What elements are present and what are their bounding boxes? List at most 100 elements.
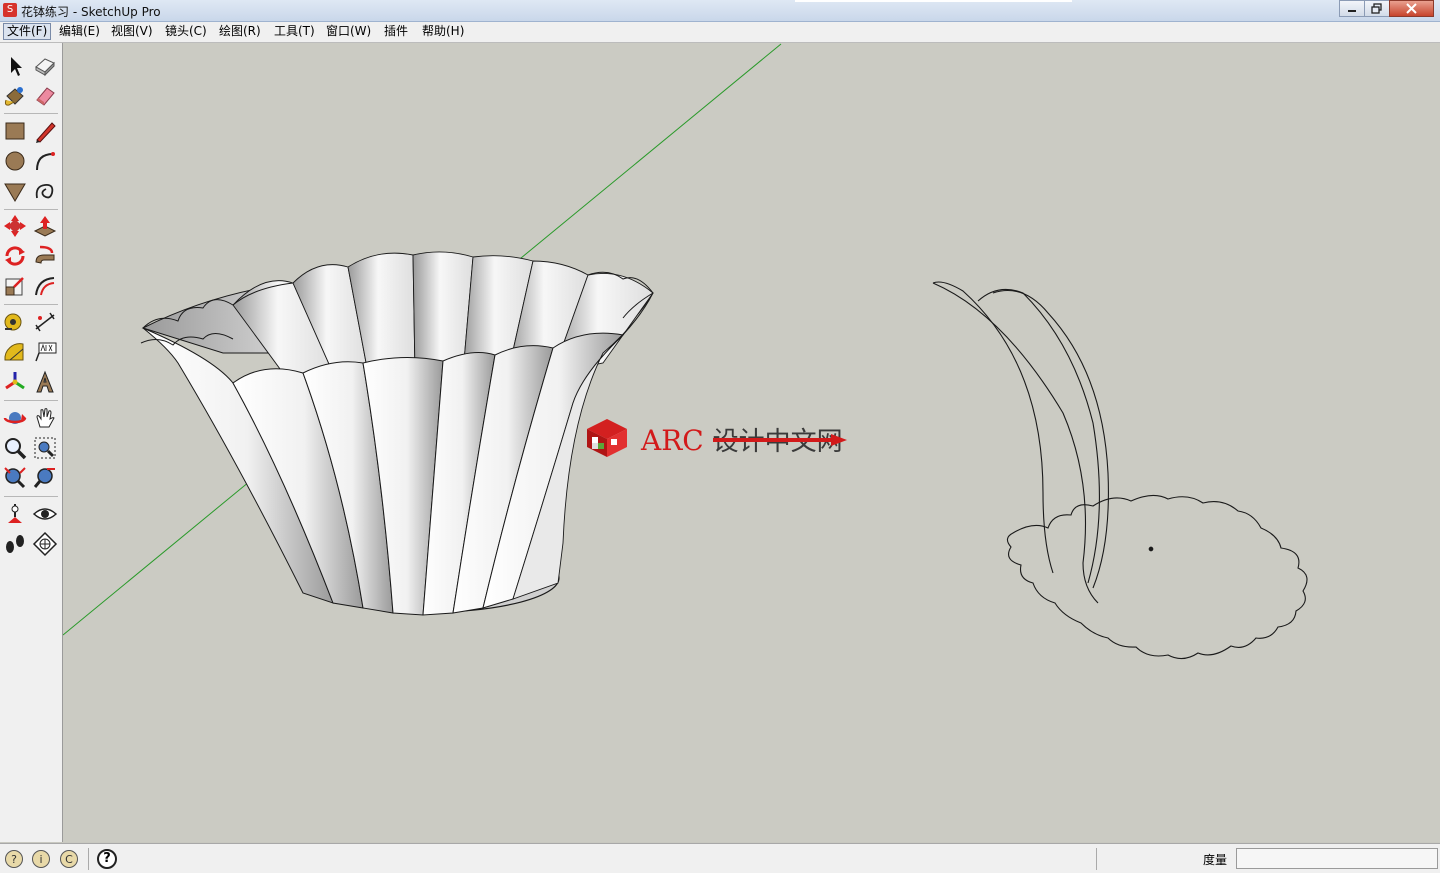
flower-pot-model[interactable] — [140, 251, 654, 616]
axes-tool-button[interactable] — [2, 369, 28, 395]
zoom-extents-button[interactable] — [2, 465, 28, 491]
minimize-button[interactable] — [1339, 0, 1365, 17]
window-title: 花钵练习 - SketchUp Pro — [21, 5, 161, 19]
orbit-tool-button[interactable] — [2, 405, 28, 431]
arc-cube-logo-icon — [587, 419, 627, 457]
menu-tools[interactable]: 工具(T) — [271, 24, 318, 39]
restore-icon — [1371, 3, 1382, 14]
menu-edit[interactable]: 编辑(E) — [56, 24, 103, 39]
rectangle-icon — [5, 122, 25, 140]
pan-tool-button[interactable] — [32, 405, 58, 431]
toolbar-separator — [4, 113, 58, 114]
walk-icon — [6, 535, 24, 553]
dimension-tool-button[interactable] — [32, 309, 58, 335]
arc-watermark: ARC 设计中文网 — [583, 415, 863, 459]
scale-icon — [5, 277, 24, 296]
previous-view-icon — [33, 468, 55, 488]
sketchup-logo-icon: S — [3, 3, 17, 17]
3d-text-icon — [36, 370, 54, 393]
position-camera-icon — [8, 504, 22, 523]
large-tool-set-toolbar — [0, 43, 63, 842]
make-component-button[interactable] — [32, 53, 58, 79]
zoom-window-button[interactable] — [32, 435, 58, 461]
model-viewport[interactable]: ARC 设计中文网 — [63, 43, 1440, 842]
polygon-icon — [4, 183, 26, 202]
push-pull-icon — [33, 216, 57, 237]
look-around-button[interactable] — [32, 501, 58, 527]
circle-icon — [5, 151, 25, 171]
zoom-icon — [5, 438, 27, 460]
rotate-tool-button[interactable] — [2, 243, 28, 269]
3d-text-button[interactable] — [32, 369, 58, 395]
section-plane-button[interactable] — [32, 531, 58, 557]
circle-tool-button[interactable] — [2, 148, 28, 174]
close-button[interactable] — [1389, 0, 1434, 17]
follow-me-button[interactable] — [32, 243, 58, 269]
rotate-icon — [5, 246, 25, 266]
measurements-input[interactable] — [1236, 848, 1438, 869]
zoom-window-icon — [34, 437, 56, 459]
tape-measure-button[interactable] — [2, 309, 28, 335]
arc-icon — [36, 152, 55, 171]
pan-hand-icon — [36, 408, 55, 428]
help-icon[interactable]: ? — [97, 849, 117, 869]
menu-help[interactable]: 帮助(H) — [419, 24, 467, 39]
menu-view[interactable]: 视图(V) — [108, 24, 156, 39]
dimension-icon — [35, 312, 55, 332]
pencil-line-icon — [36, 122, 56, 143]
measurement-label: 度量 — [1203, 853, 1228, 867]
title-bar-highlight — [795, 0, 1072, 2]
orbit-icon — [3, 412, 27, 424]
offset-tool-button[interactable] — [32, 273, 58, 299]
wireframe-profile-model[interactable] — [932, 281, 1308, 660]
credits-icon[interactable]: i — [32, 850, 50, 868]
scale-tool-button[interactable] — [2, 273, 28, 299]
move-tool-button[interactable] — [2, 213, 28, 239]
toolbar-separator — [4, 304, 58, 305]
eraser-icon — [36, 87, 55, 106]
text-label-icon — [35, 342, 57, 362]
menu-bar: 文件(F) 编辑(E) 视图(V) 镜头(C) 绘图(R) 工具(T) 窗口(W… — [0, 22, 1440, 43]
zoom-tool-button[interactable] — [2, 435, 28, 461]
watermark-latin: ARC — [641, 424, 704, 457]
protractor-button[interactable] — [2, 339, 28, 365]
line-tool-button[interactable] — [32, 118, 58, 144]
select-arrow-icon — [11, 57, 22, 76]
eraser-button[interactable] — [32, 83, 58, 109]
window-controls — [1339, 0, 1434, 17]
move-icon — [4, 215, 26, 237]
follow-me-icon — [35, 245, 55, 264]
login-icon[interactable]: C — [60, 850, 78, 868]
rectangle-tool-button[interactable] — [2, 118, 28, 144]
status-divider — [88, 848, 89, 870]
walk-tool-button[interactable] — [2, 531, 28, 557]
look-around-icon — [32, 508, 58, 520]
push-pull-button[interactable] — [32, 213, 58, 239]
toolbar-separator — [4, 400, 58, 401]
position-camera-button[interactable] — [2, 501, 28, 527]
select-tool-button[interactable] — [2, 53, 28, 79]
toolbar-separator — [4, 209, 58, 210]
make-component-icon — [35, 58, 55, 77]
menu-window[interactable]: 窗口(W) — [323, 24, 374, 39]
tape-measure-icon — [4, 313, 22, 331]
menu-draw[interactable]: 绘图(R) — [216, 24, 264, 39]
status-divider — [1096, 848, 1097, 870]
toolbar-separator — [4, 496, 58, 497]
menu-camera[interactable]: 镜头(C) — [162, 24, 210, 39]
maximize-button[interactable] — [1364, 0, 1390, 17]
geolocation-icon[interactable]: ? — [5, 850, 23, 868]
menu-file[interactable]: 文件(F) — [3, 23, 52, 40]
red-arrow-icon — [713, 434, 847, 446]
polygon-tool-button[interactable] — [2, 178, 28, 204]
arc-tool-button[interactable] — [32, 148, 58, 174]
freehand-tool-button[interactable] — [32, 178, 58, 204]
previous-view-button[interactable] — [32, 465, 58, 491]
freehand-icon — [35, 184, 54, 199]
text-tool-button[interactable] — [32, 339, 58, 365]
status-bar: ? i C ? 度量 — [0, 843, 1440, 873]
offset-icon — [35, 277, 55, 296]
paint-bucket-button[interactable] — [2, 83, 28, 109]
protractor-icon — [4, 343, 24, 361]
menu-plugins[interactable]: 插件 — [381, 24, 411, 39]
